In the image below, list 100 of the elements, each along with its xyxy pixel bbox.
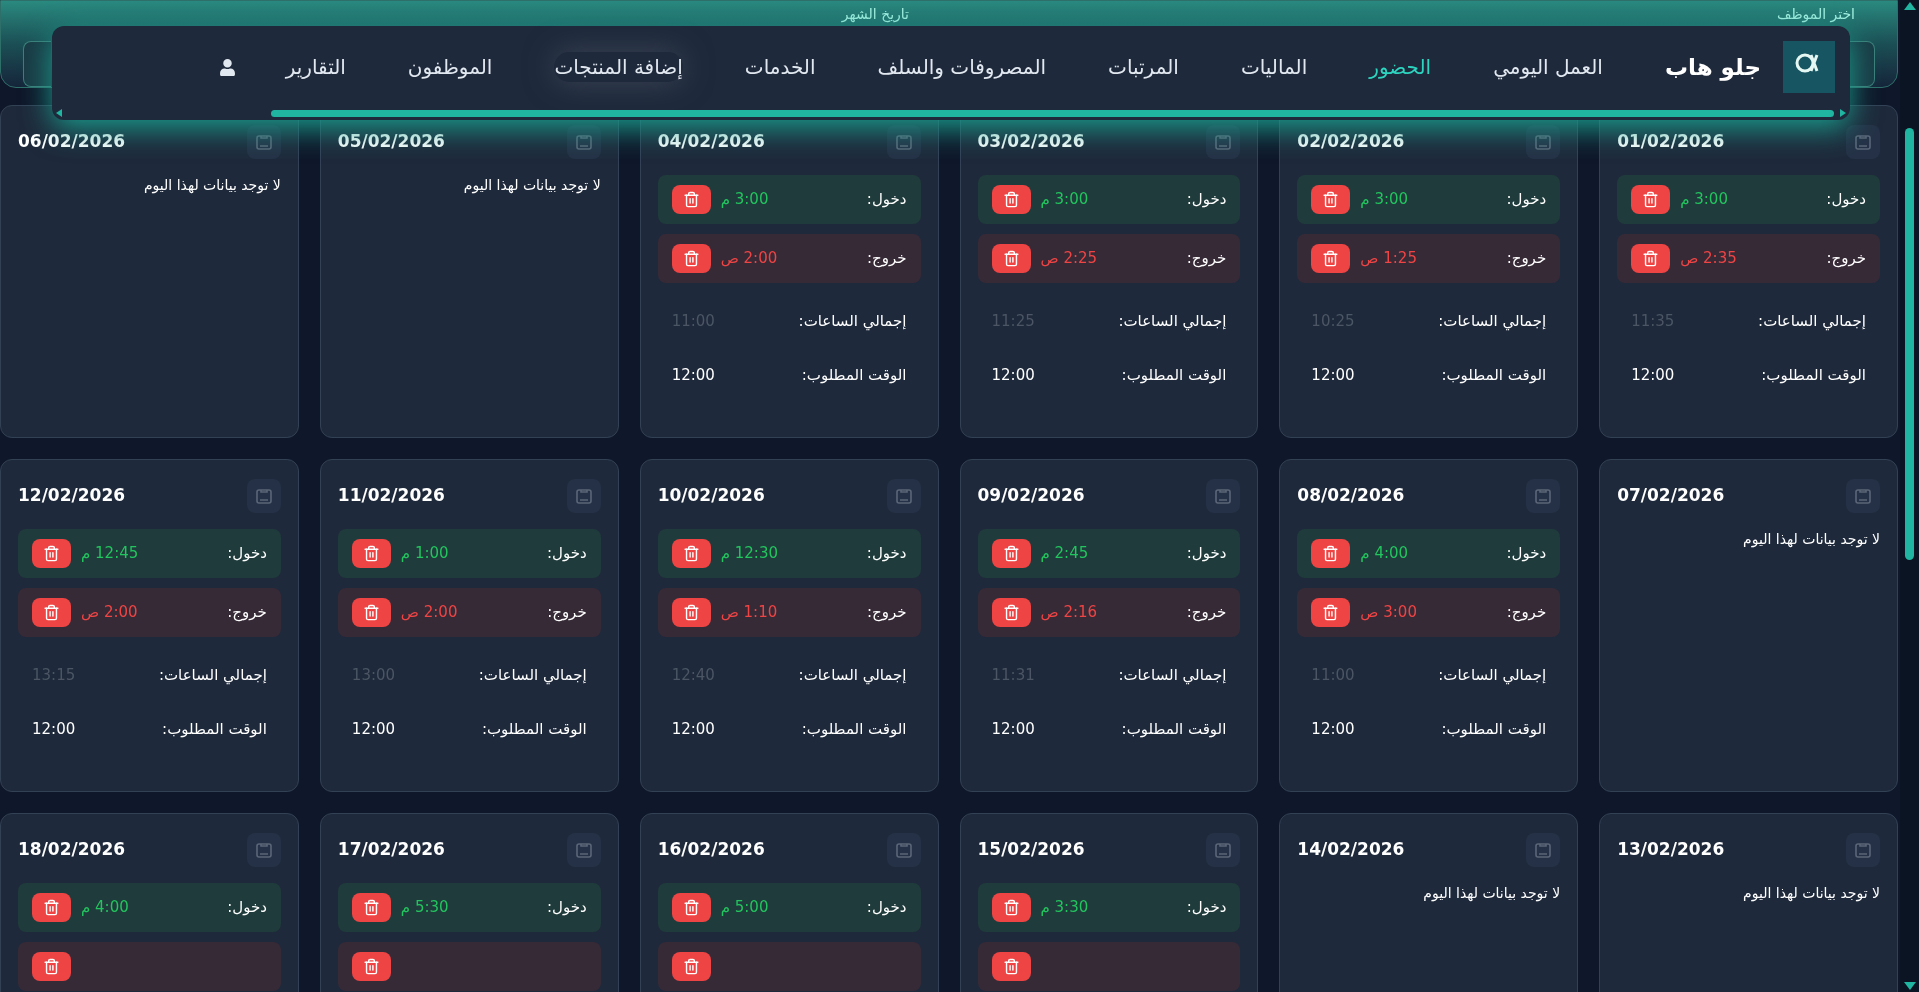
calendar-icon (1854, 487, 1872, 505)
delete-button[interactable] (1311, 244, 1351, 273)
trash-icon (1642, 250, 1660, 267)
horizontal-scrollbar[interactable] (56, 108, 1846, 118)
stat-label: إجمالي الساعات: (1438, 664, 1547, 687)
delete-button[interactable] (991, 952, 1031, 981)
delete-button[interactable] (1311, 185, 1351, 214)
card-date: 03/02/2026 (977, 130, 1085, 154)
delete-button[interactable] (32, 893, 71, 922)
nav-link[interactable]: إضافة المنتجات (554, 52, 683, 82)
delete-button[interactable] (1311, 539, 1351, 568)
stat-label: إجمالي الساعات: (1438, 310, 1547, 333)
stat-value: 12:00 (351, 718, 396, 740)
delete-button[interactable] (32, 598, 71, 627)
time-value: 3:00 م (1360, 189, 1409, 211)
trash-icon (362, 958, 380, 975)
delete-button[interactable] (671, 185, 711, 214)
delete-button[interactable] (671, 244, 711, 273)
nav-link[interactable]: المرتبات (1108, 52, 1179, 82)
delete-button[interactable] (1631, 244, 1671, 273)
time-label: دخول: (227, 543, 267, 565)
delete-button[interactable] (351, 893, 391, 922)
delete-button[interactable] (32, 539, 71, 568)
delete-button[interactable] (1311, 598, 1351, 627)
time-label: دخول: (1506, 189, 1547, 211)
delete-button[interactable] (351, 952, 391, 981)
delete-button[interactable] (671, 598, 711, 627)
calendar-icon (574, 841, 593, 859)
user-icon[interactable] (218, 58, 236, 76)
calendar-icon (254, 133, 273, 151)
delete-button[interactable] (991, 893, 1031, 922)
stat-label: إجمالي الساعات: (478, 664, 587, 687)
card-date: 01/02/2026 (1617, 130, 1725, 154)
time-label: خروج: (1506, 602, 1547, 624)
nav-link[interactable]: الموظفون (407, 52, 493, 82)
stat-value: 12:00 (671, 364, 715, 386)
time-label: دخول: (227, 897, 267, 919)
delete-button[interactable] (991, 539, 1031, 568)
card-date: 17/02/2026 (337, 838, 445, 862)
vertical-scrollbar[interactable] (1900, 0, 1919, 992)
empty-message: لا توجد بيانات لهذا اليوم (142, 176, 281, 196)
delete-button[interactable] (671, 893, 711, 922)
time-value: 2:35 ص (1680, 248, 1737, 270)
trash-icon (1002, 250, 1020, 267)
nav-link[interactable]: الماليات (1240, 52, 1308, 82)
stat-value: 12:00 (1311, 718, 1355, 740)
delete-button[interactable] (991, 598, 1031, 627)
time-value: 3:00 م (1040, 189, 1089, 211)
delete-button[interactable] (1631, 185, 1671, 214)
calendar-button[interactable] (246, 125, 281, 159)
calendar-icon (254, 487, 273, 505)
nav-link[interactable]: التقارير (285, 52, 346, 82)
delete-button[interactable] (671, 952, 711, 981)
calendar-icon (894, 487, 913, 505)
delete-button[interactable] (671, 539, 711, 568)
trash-icon (682, 250, 700, 267)
calendar-icon (1214, 487, 1233, 505)
trash-icon (682, 604, 700, 621)
trash-icon (1002, 545, 1020, 562)
stat-value: 12:00 (671, 718, 715, 740)
card-date: 16/02/2026 (657, 838, 765, 862)
trash-icon (43, 958, 60, 975)
delete-button[interactable] (991, 185, 1031, 214)
calendar-button[interactable] (886, 125, 921, 159)
delete-button[interactable] (991, 244, 1031, 273)
nav-link[interactable]: الحضور (1369, 52, 1432, 82)
scroll-left-arrow-icon (56, 109, 62, 117)
time-label: خروج: (866, 602, 907, 624)
calendar-button[interactable] (1206, 125, 1241, 159)
time-label: خروج: (1186, 248, 1227, 270)
time-label: دخول: (1186, 189, 1227, 211)
calendar-button[interactable] (1526, 125, 1561, 159)
trash-icon (1002, 899, 1020, 916)
stat-value: 12:00 (32, 718, 76, 740)
trash-icon (1322, 250, 1340, 267)
trash-icon (362, 899, 380, 916)
empty-message: لا توجد بيانات لهذا اليوم (1742, 884, 1880, 904)
stat-label: الوقت المطلوب: (1441, 718, 1547, 740)
time-value: 2:25 ص (1040, 248, 1098, 270)
time-label: دخول: (547, 897, 587, 919)
calendar-button[interactable] (566, 125, 601, 159)
stat-label: الوقت المطلوب: (801, 364, 907, 386)
nav-link[interactable]: المصروفات والسلف (877, 52, 1047, 82)
stat-label: إجمالي الساعات: (1118, 310, 1227, 333)
trash-icon (1322, 545, 1340, 562)
delete-button[interactable] (32, 952, 71, 981)
calendar-icon (1534, 487, 1553, 505)
time-value: 2:00 ص (400, 602, 458, 624)
nav-link[interactable]: العمل اليومي (1493, 52, 1603, 82)
calendar-icon (894, 841, 913, 859)
stat-value: 12:00 (991, 364, 1035, 386)
time-value: 4:00 م (81, 897, 129, 919)
stat-value: 12:00 (1311, 364, 1355, 386)
nav-link[interactable]: الخدمات (744, 52, 816, 82)
delete-button[interactable] (351, 539, 391, 568)
scroll-down-arrow-icon (1903, 982, 1916, 990)
trash-icon (43, 899, 60, 916)
select-field[interactable] (23, 41, 51, 87)
delete-button[interactable] (351, 598, 391, 627)
time-label: خروج: (1186, 602, 1227, 624)
